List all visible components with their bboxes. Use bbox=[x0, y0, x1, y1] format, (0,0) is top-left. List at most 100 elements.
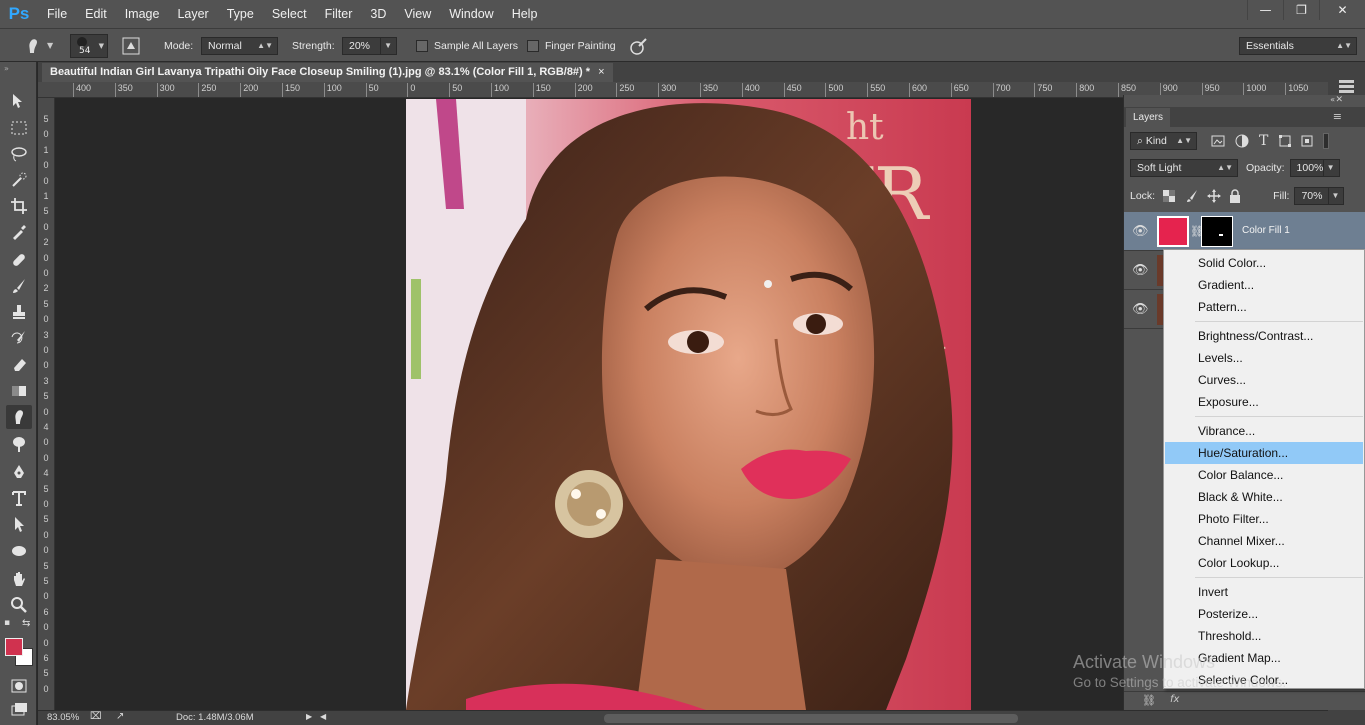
shape-tool[interactable] bbox=[6, 539, 32, 563]
clone-stamp-tool[interactable] bbox=[6, 300, 32, 324]
swap-colors-icon[interactable]: ⇆ bbox=[22, 618, 30, 629]
eyedropper-tool[interactable] bbox=[6, 220, 32, 244]
smart-object-filter-icon[interactable] bbox=[1300, 134, 1314, 148]
menu-image[interactable]: Image bbox=[116, 0, 169, 28]
type-tool[interactable] bbox=[6, 486, 32, 510]
collapse-icon[interactable]: » bbox=[4, 64, 9, 73]
eraser-tool[interactable] bbox=[6, 352, 32, 376]
minimize-button[interactable]: — bbox=[1247, 0, 1283, 20]
menu-item-channel-mixer[interactable]: Channel Mixer... bbox=[1165, 530, 1363, 552]
menu-type[interactable]: Type bbox=[218, 0, 263, 28]
menu-item-invert[interactable]: Invert bbox=[1165, 581, 1363, 603]
collapse-panel-icon[interactable]: « bbox=[1330, 95, 1335, 104]
horizontal-scrollbar[interactable] bbox=[604, 714, 1018, 723]
lock-all-icon[interactable] bbox=[1229, 189, 1241, 203]
hand-tool[interactable] bbox=[6, 567, 32, 591]
fill-input[interactable]: 70% ▼ bbox=[1294, 187, 1345, 205]
history-brush-tool[interactable] bbox=[6, 326, 32, 350]
workspace-dropdown[interactable]: Essentials ▲▼ bbox=[1239, 36, 1357, 55]
export-icon[interactable]: ↗ bbox=[116, 711, 124, 722]
layer-filter-dropdown[interactable]: ⌕ Kind ▲▼ bbox=[1130, 132, 1197, 150]
brush-tool[interactable] bbox=[6, 274, 32, 298]
pressure-toggle[interactable] bbox=[629, 29, 649, 62]
document-image[interactable]: TR ht A bbox=[406, 99, 971, 710]
blend-mode-dropdown[interactable]: Soft Light ▲▼ bbox=[1130, 159, 1238, 177]
default-colors-icon[interactable]: ▪ bbox=[4, 618, 10, 628]
panel-menu-icon[interactable]: ≡ bbox=[1333, 110, 1342, 123]
menu-layer[interactable]: Layer bbox=[168, 0, 217, 28]
foreground-color-swatch[interactable] bbox=[5, 638, 23, 656]
vertical-ruler[interactable]: 5 0 1 0 0 1 5 0 2 0 0 2 5 0 3 0 0 3 5 0 4 0 0 4 5 0 5 0 0 5 5 0 6 0 0 6 5 0 bbox=[38, 98, 55, 710]
strength-input[interactable]: 20% ▼ bbox=[342, 36, 397, 55]
move-tool[interactable] bbox=[6, 89, 32, 113]
gradient-tool[interactable] bbox=[6, 379, 32, 403]
menu-view[interactable]: View bbox=[395, 0, 440, 28]
filter-toggle[interactable] bbox=[1323, 133, 1330, 149]
menu-window[interactable]: Window bbox=[440, 0, 502, 28]
restore-button[interactable]: ❐ bbox=[1283, 0, 1319, 20]
menu-item-threshold[interactable]: Threshold... bbox=[1165, 625, 1363, 647]
menu-item-color-lookup[interactable]: Color Lookup... bbox=[1165, 552, 1363, 574]
path-selection-tool[interactable] bbox=[6, 512, 32, 536]
color-fill-thumbnail[interactable] bbox=[1157, 216, 1189, 247]
menu-item-photo-filter[interactable]: Photo Filter... bbox=[1165, 508, 1363, 530]
menu-item-levels[interactable]: Levels... bbox=[1165, 347, 1363, 369]
menu-edit[interactable]: Edit bbox=[76, 0, 116, 28]
close-window-button[interactable]: ✕ bbox=[1319, 0, 1365, 20]
zoom-tool[interactable] bbox=[6, 593, 32, 617]
menu-item-vibrance[interactable]: Vibrance... bbox=[1165, 420, 1363, 442]
menu-item-posterize[interactable]: Posterize... bbox=[1165, 603, 1363, 625]
document-tab[interactable]: Beautiful Indian Girl Lavanya Tripathi O… bbox=[42, 63, 613, 82]
status-menu-arrow-icon[interactable]: ▶ bbox=[306, 712, 312, 721]
screen-mode-button[interactable] bbox=[6, 698, 32, 722]
eye-icon[interactable]: 👁 bbox=[1132, 224, 1149, 239]
menu-select[interactable]: Select bbox=[263, 0, 316, 28]
shape-filter-icon[interactable] bbox=[1278, 134, 1292, 148]
menu-help[interactable]: Help bbox=[503, 0, 547, 28]
menu-item-exposure[interactable]: Exposure... bbox=[1165, 391, 1363, 413]
menu-item-hue-saturation[interactable]: Hue/Saturation... bbox=[1165, 442, 1363, 464]
sample-all-layers-checkbox[interactable]: Sample All Layers bbox=[416, 29, 518, 62]
link-layers-icon[interactable]: ⛓ bbox=[1142, 694, 1156, 707]
status-icon[interactable]: ⌧ bbox=[90, 711, 102, 722]
adjustment-filter-icon[interactable] bbox=[1235, 134, 1249, 148]
tab-layers[interactable]: Layers bbox=[1126, 108, 1171, 127]
smudge-tool[interactable] bbox=[6, 405, 32, 429]
eye-icon[interactable]: 👁 bbox=[1132, 302, 1149, 317]
zoom-level[interactable]: 83.05% bbox=[47, 712, 79, 723]
pen-tool[interactable] bbox=[6, 460, 32, 484]
close-tab-icon[interactable]: × bbox=[598, 66, 604, 78]
smudge-tool-preset-picker[interactable]: ▼ bbox=[22, 29, 53, 62]
menu-filter[interactable]: Filter bbox=[316, 0, 362, 28]
scroll-left-icon[interactable]: ◀ bbox=[320, 712, 326, 721]
lock-transparent-icon[interactable] bbox=[1163, 190, 1176, 202]
opacity-input[interactable]: 100% ▼ bbox=[1289, 159, 1340, 177]
type-filter-icon[interactable]: T bbox=[1259, 133, 1268, 149]
menu-item-solid-color[interactable]: Solid Color... bbox=[1165, 252, 1363, 274]
menu-item-gradient[interactable]: Gradient... bbox=[1165, 274, 1363, 296]
menu-item-brightness-contrast[interactable]: Brightness/Contrast... bbox=[1165, 325, 1363, 347]
close-panel-icon[interactable]: ✕ bbox=[1335, 95, 1343, 105]
ruler-corner[interactable] bbox=[38, 82, 55, 98]
lasso-tool[interactable] bbox=[6, 142, 32, 166]
brush-panel-toggle[interactable] bbox=[122, 29, 140, 62]
menu-file[interactable]: File bbox=[38, 0, 76, 28]
mode-dropdown[interactable]: Normal ▲▼ bbox=[201, 36, 278, 55]
image-filter-icon[interactable] bbox=[1211, 134, 1225, 148]
menu-item-pattern[interactable]: Pattern... bbox=[1165, 296, 1363, 318]
layer-name[interactable]: Color Fill 1 bbox=[1242, 225, 1290, 236]
dodge-tool[interactable] bbox=[6, 432, 32, 456]
menu-item-black-white[interactable]: Black & White... bbox=[1165, 486, 1363, 508]
brush-picker[interactable]: 54 ▼ bbox=[70, 29, 108, 62]
layer-mask-thumbnail[interactable] bbox=[1201, 216, 1233, 247]
healing-brush-tool[interactable] bbox=[6, 248, 32, 272]
quick-mask-button[interactable] bbox=[6, 674, 32, 698]
lock-position-icon[interactable] bbox=[1207, 189, 1222, 203]
layer-row-color-fill-1[interactable]: 👁 ⛓ Color Fill 1 bbox=[1124, 212, 1365, 251]
menu-item-curves[interactable]: Curves... bbox=[1165, 369, 1363, 391]
finger-painting-checkbox[interactable]: Finger Painting bbox=[527, 29, 616, 62]
lock-pixels-icon[interactable] bbox=[1185, 189, 1199, 203]
menu-item-color-balance[interactable]: Color Balance... bbox=[1165, 464, 1363, 486]
crop-tool[interactable] bbox=[6, 194, 32, 218]
menu-3d[interactable]: 3D bbox=[361, 0, 395, 28]
